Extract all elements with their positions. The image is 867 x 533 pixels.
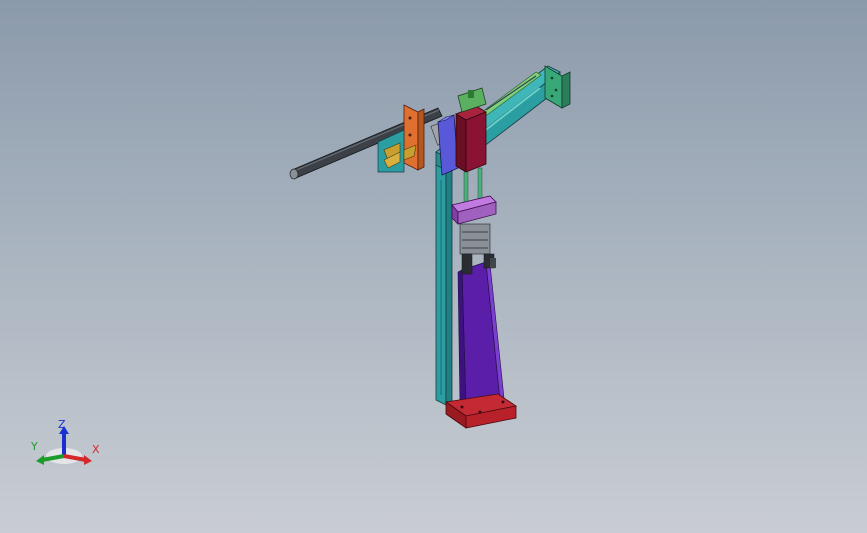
3d-viewport[interactable]: Z Y X (0, 0, 867, 533)
tapered-support[interactable] (457, 261, 505, 411)
y-axis-label: Y (31, 440, 38, 453)
base-plate[interactable] (444, 393, 518, 429)
vertical-column[interactable] (435, 164, 453, 406)
carriage-top-bracket[interactable] (457, 87, 487, 113)
gripper-head[interactable] (451, 195, 497, 225)
carriage-block[interactable] (455, 105, 487, 173)
flange-bracket[interactable] (403, 104, 425, 171)
coordinate-triad: Z Y X (28, 416, 108, 476)
drive-block[interactable] (437, 114, 459, 176)
cad-model[interactable] (0, 0, 867, 533)
x-axis-label: X (92, 443, 100, 456)
z-axis-label: Z (58, 418, 66, 431)
